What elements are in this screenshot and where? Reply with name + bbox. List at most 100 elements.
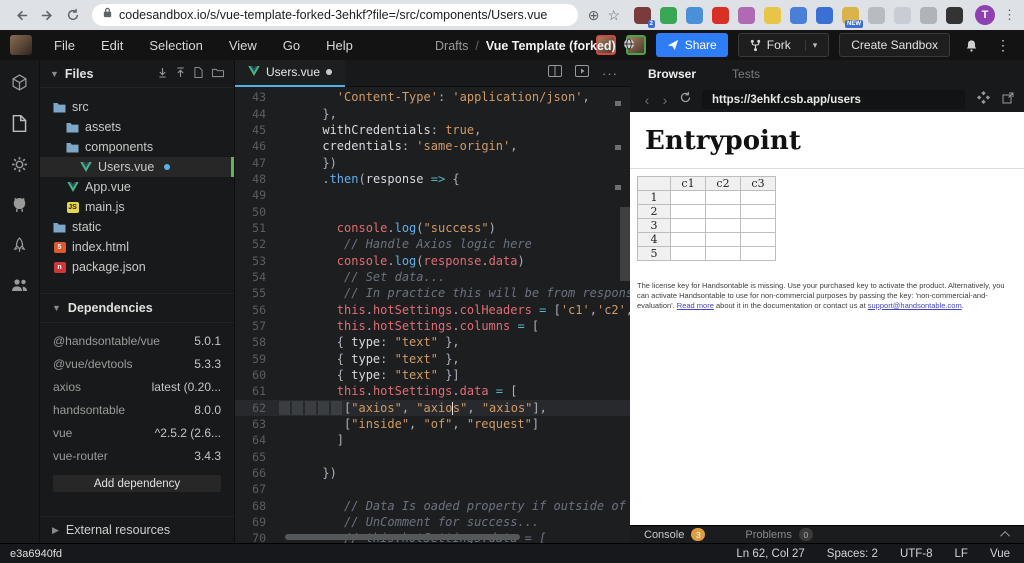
code-line-67[interactable]: 67 <box>235 481 630 497</box>
hand-extension-icon[interactable] <box>764 6 781 24</box>
upload-icon[interactable] <box>176 65 185 83</box>
settings-gear-icon[interactable] <box>11 156 28 173</box>
grid-cell[interactable] <box>740 204 776 219</box>
read-more-link[interactable]: Read more <box>677 301 714 310</box>
code-line-54[interactable]: 54 // Set data... <box>235 269 630 285</box>
file-main.js[interactable]: JS main.js <box>40 197 234 217</box>
code-line-48[interactable]: 48 .then(response => { <box>235 171 630 187</box>
code-line-44[interactable]: 44 }, <box>235 105 630 121</box>
grid-col-header[interactable]: c1 <box>670 176 706 191</box>
code-line-47[interactable]: 47 }) <box>235 154 630 170</box>
preview-forward-icon[interactable]: › <box>658 92 672 108</box>
code-lines[interactable]: 43 'Content-Type': 'application/json', 44… <box>235 87 630 543</box>
files-collapse-caret[interactable]: ▼ <box>50 69 59 79</box>
deployment-rocket-icon[interactable] <box>12 237 27 254</box>
address-bar[interactable]: codesandbox.io/s/vue-template-forked-3eh… <box>92 4 578 26</box>
browser-profile-avatar[interactable]: T <box>975 5 995 25</box>
globe-extension-icon[interactable] <box>660 6 677 24</box>
editor-ellipsis-icon[interactable]: ··· <box>602 66 618 81</box>
breadcrumb-drafts[interactable]: Drafts <box>435 39 468 53</box>
dependency-vue-router[interactable]: vue-router 3.4.3 <box>40 444 234 467</box>
file-static[interactable]: static <box>40 217 234 237</box>
monitor-extension-icon[interactable] <box>790 6 807 24</box>
file-components[interactable]: components <box>40 137 234 157</box>
grid-cell[interactable] <box>705 218 741 233</box>
code-line-63[interactable]: 63 ["inside", "of", "request"] <box>235 416 630 432</box>
file-assets[interactable]: assets <box>40 117 234 137</box>
create-sandbox-button[interactable]: Create Sandbox <box>839 33 950 57</box>
bookmark-star-icon[interactable]: ☆ <box>607 7 620 24</box>
dependency-axios[interactable]: axios latest (0.20... <box>40 375 234 398</box>
menu-go[interactable]: Go <box>283 38 300 53</box>
problems-tab[interactable]: Problems <box>745 529 791 541</box>
grid-cell[interactable] <box>670 246 706 261</box>
tab-users-vue[interactable]: Users.vue <box>235 59 346 87</box>
grid-cell[interactable] <box>740 218 776 233</box>
grid-row-header[interactable]: 2 <box>637 204 671 219</box>
code-line-53[interactable]: 53 console.log(response.data) <box>235 252 630 268</box>
code-line-46[interactable]: 46 credentials: 'same-origin', <box>235 138 630 154</box>
grid-cell[interactable] <box>705 190 741 205</box>
code-line-51[interactable]: 51 console.log("success") <box>235 220 630 236</box>
code-line-62[interactable]: 62 ["axios", "axios", "axios"], <box>235 399 630 416</box>
header-kebab-icon[interactable]: ⋮ <box>992 37 1014 54</box>
code-line-61[interactable]: 61 this.hotSettings.data = [ <box>235 383 630 399</box>
code-line-68[interactable]: 68 // Data Is oaded property if outside … <box>235 498 630 514</box>
menu-view[interactable]: View <box>229 38 257 53</box>
grid-cell[interactable] <box>670 190 706 205</box>
files-header[interactable]: ▼ Files <box>40 60 234 88</box>
browser-back-icon[interactable] <box>8 2 34 28</box>
sandbox-title[interactable]: Vue Template (forked) <box>486 39 616 53</box>
browser-menu-icon[interactable]: ⋮ <box>1003 7 1016 23</box>
project-info-icon[interactable] <box>11 74 28 91</box>
status-utf-8[interactable]: UTF-8 <box>900 548 933 560</box>
menu-edit[interactable]: Edit <box>101 38 123 53</box>
live-users-icon[interactable] <box>11 278 29 292</box>
open-preview-icon[interactable] <box>575 64 589 82</box>
code-line-52[interactable]: 52 // Handle Axios logic here <box>235 236 630 252</box>
fork-dropdown-caret[interactable]: ▾ <box>804 39 817 51</box>
code-line-59[interactable]: 59 { type: "text" }, <box>235 351 630 367</box>
grid-cell[interactable] <box>740 232 776 247</box>
menu-help[interactable]: Help <box>326 38 353 53</box>
grid-cell[interactable] <box>670 204 706 219</box>
fork-button[interactable]: Fork ▾ <box>737 33 830 57</box>
file-App.vue[interactable]: App.vue <box>40 177 234 197</box>
dependency-vue[interactable]: vue ^2.5.2 (2.6... <box>40 421 234 444</box>
grid-cell[interactable] <box>670 232 706 247</box>
notifications-bell-icon[interactable] <box>960 39 982 52</box>
file-package.json[interactable]: n package.json <box>40 257 234 277</box>
editor-horizontal-scrollbar[interactable] <box>285 534 520 540</box>
dependency-handsontable[interactable]: handsontable 8.0.0 <box>40 398 234 421</box>
cap-extension-icon[interactable] <box>816 6 833 24</box>
add-dependency-button[interactable]: Add dependency <box>53 475 221 492</box>
code-line-55[interactable]: 55 // In practice this will be from resp… <box>235 285 630 301</box>
status-lf[interactable]: LF <box>955 548 968 560</box>
file-index.html[interactable]: 5 index.html <box>40 237 234 257</box>
status-ln[interactable]: Ln 62, Col 27 <box>736 548 804 560</box>
grid-col-header[interactable]: c3 <box>740 176 776 191</box>
code-line-43[interactable]: 43 'Content-Type': 'application/json', <box>235 89 630 105</box>
share-button[interactable]: Share <box>655 33 728 57</box>
dependency-@handsontable/vue[interactable]: @handsontable/vue 5.0.1 <box>40 329 234 352</box>
user-avatar[interactable] <box>10 35 32 55</box>
gray-extension-icon-1[interactable] <box>868 6 885 24</box>
menu-file[interactable]: File <box>54 38 75 53</box>
status-spaces[interactable]: Spaces: 2 <box>827 548 878 560</box>
privacy-globe-icon[interactable] <box>623 37 635 55</box>
grid-row-header[interactable]: 5 <box>637 246 671 261</box>
grid-cell[interactable] <box>740 190 776 205</box>
grid-row-header[interactable]: 4 <box>637 232 671 247</box>
code-line-56[interactable]: 56 this.hotSettings.colHeaders = ['c1','… <box>235 301 630 317</box>
doc-extension-icon[interactable] <box>894 6 911 24</box>
puzzle-extension-icon[interactable] <box>946 6 963 24</box>
menu-selection[interactable]: Selection <box>149 38 202 53</box>
external-resources-header[interactable]: ▶ External resources <box>40 516 234 543</box>
gray-extension-icon-2[interactable] <box>920 6 937 24</box>
chat-extension-icon[interactable] <box>686 6 703 24</box>
circle-extension-icon[interactable] <box>738 6 755 24</box>
code-line-66[interactable]: 66 }) <box>235 465 630 481</box>
files-explorer-icon[interactable] <box>12 115 27 132</box>
responsive-mode-icon[interactable] <box>977 90 990 109</box>
code-line-65[interactable]: 65 <box>235 449 630 465</box>
